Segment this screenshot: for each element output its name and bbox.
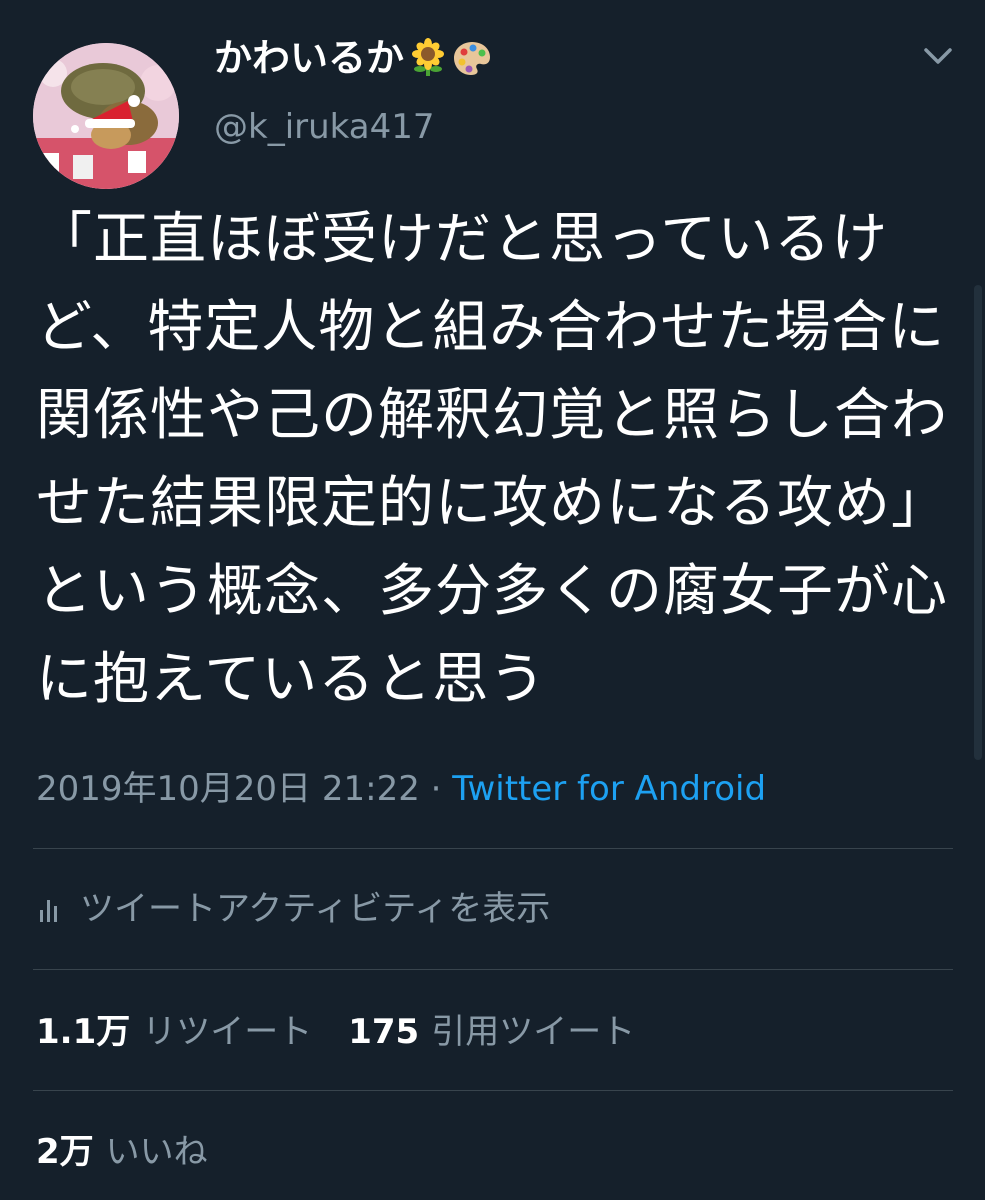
display-name-text: かわいるか	[214, 36, 405, 80]
quote-label: 引用ツイート	[431, 1012, 636, 1052]
divider	[33, 1090, 953, 1091]
divider	[33, 848, 953, 849]
scrollbar[interactable]	[974, 285, 982, 760]
divider	[33, 969, 953, 970]
tweet-timestamp[interactable]: 2019年10月20日 21:22	[36, 769, 420, 809]
tweet-source-link[interactable]: Twitter for Android	[452, 769, 766, 809]
retweet-count-link[interactable]: 1.1万 リツイート	[36, 1006, 312, 1058]
avatar-image	[33, 43, 179, 189]
meta-separator: ·	[419, 769, 453, 809]
quote-count: 175	[348, 1012, 420, 1052]
tweet-text: 「正直ほぼ受けだと思っているけど、特定人物と組み合わせた場合に関係性や己の解釈幻…	[36, 207, 948, 712]
bar-chart-icon	[40, 900, 57, 922]
like-count: 2万	[36, 1132, 94, 1172]
user-handle[interactable]: @k_iruka417	[214, 105, 435, 149]
tweet-activity-label: ツイートアクティビティを表示	[80, 889, 551, 929]
palette-icon	[454, 42, 491, 75]
sunflower-icon	[412, 38, 445, 76]
tweet-header: かわいるか @k_iruka417	[0, 0, 985, 190]
like-count-link[interactable]: 2万 いいね	[36, 1126, 208, 1178]
retweet-count: 1.1万	[36, 1012, 131, 1052]
like-label: いいね	[105, 1132, 208, 1172]
tweet-activity-link[interactable]: ツイートアクティビティを表示	[36, 883, 550, 935]
tweet-meta: 2019年10月20日 21:22 · Twitter for Android	[36, 765, 766, 813]
display-name[interactable]: かわいるか	[214, 34, 492, 82]
like-stats-row: 2万 いいね	[36, 1126, 208, 1178]
avatar[interactable]	[33, 43, 179, 189]
quote-count-link[interactable]: 175 引用ツイート	[348, 1006, 635, 1058]
tweet-detail-view: かわいるか @k_iruka417 「正直ほぼ受けだと思っているけど、特定人物と…	[0, 0, 985, 1200]
chevron-down-icon[interactable]	[918, 36, 958, 76]
retweet-stats-row: 1.1万 リツイート 175 引用ツイート	[36, 1006, 635, 1058]
retweet-label: リツイート	[142, 1012, 313, 1052]
